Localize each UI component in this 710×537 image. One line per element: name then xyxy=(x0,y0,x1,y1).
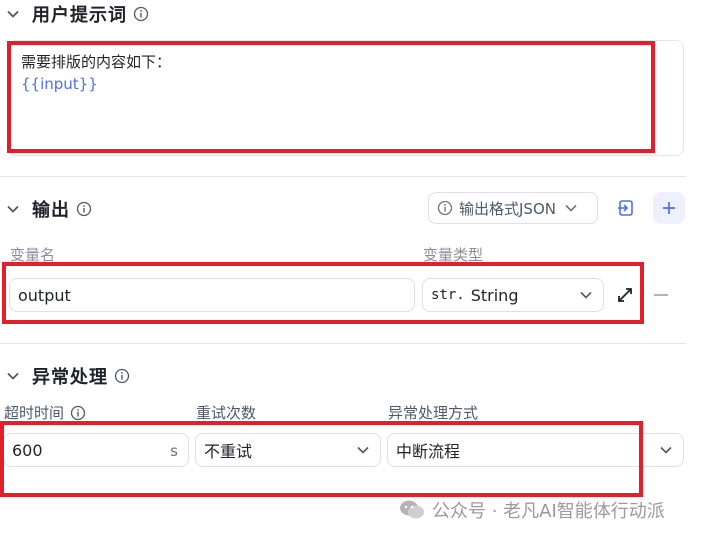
output-section-title: 输出 xyxy=(32,200,70,221)
error-section-title: 异常处理 xyxy=(32,367,108,388)
output-format-label: 输出格式JSON xyxy=(459,199,556,218)
retry-value: 不重试 xyxy=(204,442,253,461)
chevron-down-icon[interactable] xyxy=(6,369,20,383)
type-prefix: str. xyxy=(431,287,465,303)
column-header-variable-name: 变量名 xyxy=(10,246,56,264)
timeout-input[interactable]: 600 s xyxy=(3,433,189,467)
chevron-down-icon[interactable] xyxy=(6,202,20,216)
variable-type-value: String xyxy=(470,285,519,305)
wechat-icon xyxy=(398,498,426,522)
chevron-down-icon xyxy=(356,443,370,457)
user-prompt-editor[interactable]: 需要排版的内容如下： {{input}} xyxy=(8,40,684,156)
info-icon[interactable] xyxy=(114,368,130,384)
output-section-header[interactable]: 输出 xyxy=(6,195,92,223)
node-settings-panel: 用户提示词 需要排版的内容如下： {{input}} 输出 输出格式JSON 变… xyxy=(0,0,686,537)
watermark-text: 公众号 · 老凡AI智能体行动派 xyxy=(432,501,665,522)
error-method-value: 中断流程 xyxy=(396,442,461,461)
retry-select[interactable]: 不重试 xyxy=(195,433,381,467)
divider xyxy=(0,343,686,344)
chevron-down-icon[interactable] xyxy=(6,7,20,21)
column-header-timeout: 超时时间 xyxy=(4,402,86,423)
plus-icon xyxy=(661,200,677,216)
add-output-button[interactable] xyxy=(653,192,685,224)
chevron-down-icon xyxy=(564,201,578,215)
import-button[interactable] xyxy=(610,192,642,224)
divider xyxy=(0,176,686,177)
variable-name-input[interactable]: output xyxy=(9,278,415,312)
remove-row-icon[interactable] xyxy=(654,294,668,296)
variable-name-value: output xyxy=(18,285,71,305)
info-icon[interactable] xyxy=(76,201,92,217)
info-icon xyxy=(437,200,453,216)
info-icon[interactable] xyxy=(70,405,86,421)
chevron-down-icon xyxy=(579,288,593,302)
chevron-down-icon xyxy=(659,443,673,457)
error-method-select[interactable]: 中断流程 xyxy=(387,433,684,467)
timeout-unit: s xyxy=(170,442,178,460)
prompt-section-title: 用户提示词 xyxy=(32,5,127,26)
output-format-select[interactable]: 输出格式JSON xyxy=(428,192,598,224)
info-icon[interactable] xyxy=(133,6,149,22)
error-section-header[interactable]: 异常处理 xyxy=(6,362,130,390)
column-header-retry: 重试次数 xyxy=(196,404,257,422)
prompt-text-line: 需要排版的内容如下： xyxy=(21,53,172,71)
timeout-value: 600 xyxy=(12,440,43,460)
column-header-method: 异常处理方式 xyxy=(388,404,479,422)
watermark: 公众号 · 老凡AI智能体行动派 xyxy=(398,497,665,523)
prompt-section-header[interactable]: 用户提示词 xyxy=(6,0,149,28)
timeout-label: 超时时间 xyxy=(4,404,65,422)
prompt-variable-token: {{input}} xyxy=(21,75,98,93)
expand-icon[interactable] xyxy=(614,284,636,306)
column-header-variable-type: 变量类型 xyxy=(423,246,484,264)
variable-type-select[interactable]: str. String xyxy=(422,278,604,312)
import-icon xyxy=(616,198,636,218)
